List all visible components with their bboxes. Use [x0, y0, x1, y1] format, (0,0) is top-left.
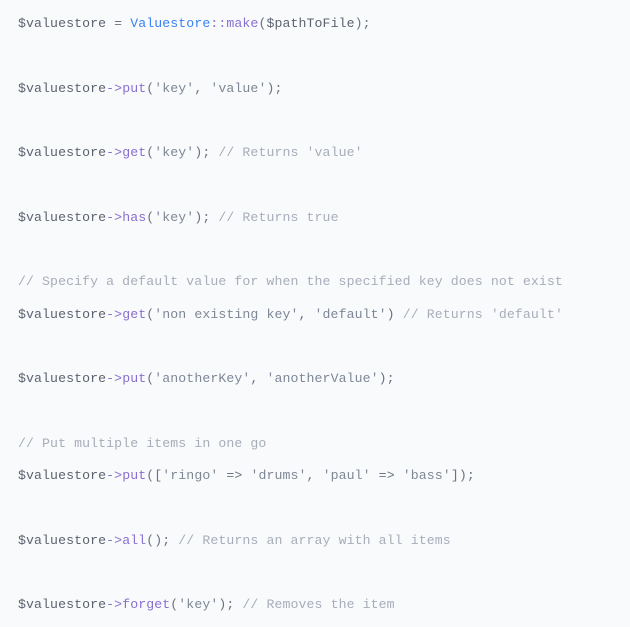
code-token: , [250, 371, 266, 386]
code-token: // Returns 'value' [218, 145, 362, 160]
code-token: get [122, 307, 146, 322]
code-token: , [307, 468, 323, 483]
code-token: // Removes the item [242, 597, 394, 612]
code-token: 'default' [315, 307, 387, 322]
code-token: 'anotherValue' [266, 371, 378, 386]
code-token: $valuestore [18, 145, 106, 160]
code-token: => [218, 468, 250, 483]
code-token: :: [210, 16, 226, 31]
code-token: (); [146, 533, 178, 548]
code-block: $valuestore = Valuestore::make($pathToFi… [0, 0, 630, 627]
code-token: ([ [146, 468, 162, 483]
code-token: -> [106, 145, 122, 160]
code-token: get [122, 145, 146, 160]
code-token: has [122, 210, 146, 225]
code-token: forget [122, 597, 170, 612]
code-token: 'drums' [250, 468, 306, 483]
code-token: 'bass' [403, 468, 451, 483]
code-token: ]); [451, 468, 475, 483]
code-token: -> [106, 597, 122, 612]
code-token: ); [194, 210, 218, 225]
code-token: $pathToFile [266, 16, 354, 31]
code-token: = [106, 16, 130, 31]
code-token: 'anotherKey' [154, 371, 250, 386]
code-token: // Returns an array with all items [178, 533, 450, 548]
code-token: 'non existing key' [154, 307, 298, 322]
code-token: ); [355, 16, 371, 31]
code-token: // Returns 'default' [403, 307, 563, 322]
code-token: 'key' [154, 145, 194, 160]
code-token: $valuestore [18, 16, 106, 31]
code-token: 'paul' [323, 468, 371, 483]
code-token: -> [106, 533, 122, 548]
code-token: 'ringo' [162, 468, 218, 483]
code-token: ); [194, 145, 218, 160]
code-token: $valuestore [18, 533, 106, 548]
code-token: $valuestore [18, 468, 106, 483]
code-token: Valuestore [130, 16, 210, 31]
code-token: 'value' [210, 81, 266, 96]
code-token: 'key' [154, 81, 194, 96]
code-token: , [299, 307, 315, 322]
code-token: $valuestore [18, 307, 106, 322]
code-token: => [371, 468, 403, 483]
code-token: $valuestore [18, 210, 106, 225]
code-token: 'key' [178, 597, 218, 612]
code-token: // Put multiple items in one go [18, 436, 266, 451]
code-token: put [122, 81, 146, 96]
code-token: $valuestore [18, 371, 106, 386]
code-token: ) [387, 307, 403, 322]
code-token: 'key' [154, 210, 194, 225]
code-token: ); [379, 371, 395, 386]
code-token: -> [106, 81, 122, 96]
code-token: put [122, 371, 146, 386]
code-token: put [122, 468, 146, 483]
code-token: , [194, 81, 210, 96]
code-token: // Returns true [218, 210, 338, 225]
code-token: -> [106, 210, 122, 225]
code-token: ); [266, 81, 282, 96]
code-token: -> [106, 307, 122, 322]
code-token: -> [106, 371, 122, 386]
code-token: all [122, 533, 146, 548]
code-token: $valuestore [18, 81, 106, 96]
code-token: // Specify a default value for when the … [18, 274, 563, 289]
code-token: -> [106, 468, 122, 483]
code-token: ); [218, 597, 242, 612]
code-token: make [226, 16, 258, 31]
code-token: $valuestore [18, 597, 106, 612]
